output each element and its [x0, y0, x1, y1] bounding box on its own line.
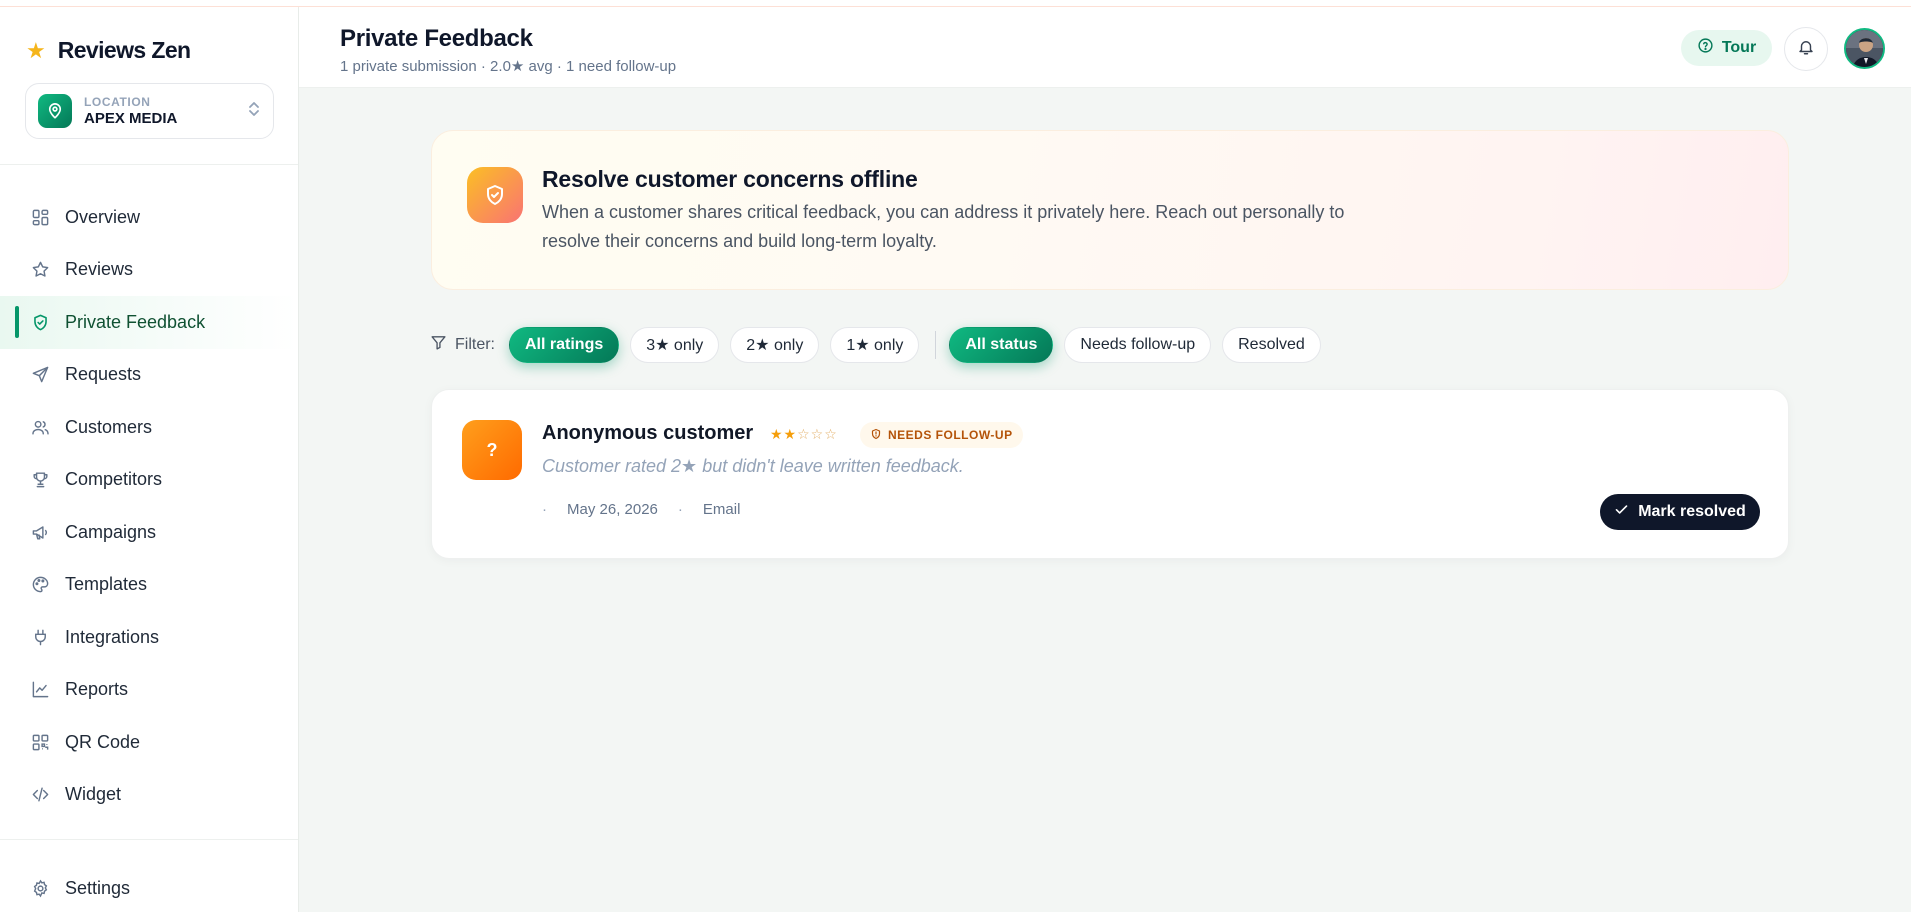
chart-line-icon — [30, 680, 50, 700]
sidebar-item-requests[interactable]: Requests — [0, 349, 298, 402]
customer-avatar: ? — [462, 420, 522, 480]
tour-label: Tour — [1721, 39, 1757, 56]
sidebar-item-widget[interactable]: Widget — [0, 769, 298, 822]
sidebar-item-integrations[interactable]: Integrations — [0, 611, 298, 664]
filter-divider — [935, 331, 937, 359]
star-icon — [30, 260, 50, 280]
star-logo-icon: ★ — [26, 37, 46, 63]
code-icon — [30, 785, 50, 805]
sidebar-item-overview[interactable]: Overview — [0, 191, 298, 244]
bell-icon — [1797, 38, 1815, 61]
filter-label-text: Filter: — [455, 336, 495, 353]
users-icon — [30, 417, 50, 437]
feedback-channel: Email — [702, 501, 741, 518]
stars-empty: ☆☆☆ — [797, 426, 838, 442]
filter-all-status[interactable]: All status — [949, 327, 1054, 363]
mark-resolved-button[interactable]: Mark resolved — [1600, 494, 1760, 530]
feedback-card: ? Anonymous customer ★★☆☆☆ NEEDS FOLLOW-… — [431, 389, 1789, 559]
shield-alert-icon — [870, 428, 882, 443]
feedback-meta: · May 26, 2026 · Email — [542, 501, 740, 518]
location-label: LOCATION — [84, 94, 151, 109]
page-header: Private Feedback 1 private submission · … — [299, 7, 1911, 88]
chevron-up-down-icon — [247, 100, 261, 123]
check-icon — [1614, 502, 1629, 522]
send-icon — [30, 365, 50, 385]
sidebar-item-templates[interactable]: Templates — [0, 559, 298, 612]
sidebar-item-customers[interactable]: Customers — [0, 401, 298, 454]
location-selector[interactable]: LOCATION APEX MEDIA — [25, 83, 274, 139]
filter-icon — [430, 334, 447, 356]
brand-logo[interactable]: ★ Reviews Zen — [26, 37, 191, 64]
filter-all-ratings[interactable]: All ratings — [509, 327, 620, 363]
top-accent-bar — [0, 0, 1911, 7]
banner-title: Resolve customer concerns offline — [542, 166, 918, 192]
user-avatar[interactable] — [1844, 28, 1885, 69]
sidebar-item-reports[interactable]: Reports — [0, 664, 298, 717]
banner-text: When a customer shares critical feedback… — [542, 202, 1345, 251]
sidebar-item-label: Private Feedback — [65, 311, 206, 332]
sidebar-nav: Overview Reviews Private Feedback Reques… — [0, 191, 298, 821]
filter-label: Filter: — [430, 334, 495, 356]
star-rating: ★★☆☆☆ — [770, 426, 838, 443]
sidebar-item-label: Reviews — [65, 259, 134, 280]
meta-separator: · — [677, 501, 683, 518]
shield-check-icon — [467, 167, 523, 223]
meta-separator: · — [542, 501, 547, 518]
tour-button[interactable]: Tour — [1681, 30, 1772, 66]
filter-needs-follow-up[interactable]: Needs follow-up — [1064, 327, 1212, 363]
grid-icon — [30, 207, 50, 227]
brand-name: Reviews Zen — [57, 37, 191, 63]
customer-name: Anonymous customer — [542, 422, 754, 444]
info-banner: Resolve customer concerns offline When a… — [431, 130, 1789, 290]
trophy-icon — [30, 470, 50, 490]
filter-3-star[interactable]: 3★ only — [630, 327, 720, 363]
qr-code-icon — [30, 732, 50, 752]
sidebar-item-campaigns[interactable]: Campaigns — [0, 506, 298, 559]
sidebar-item-qr-code[interactable]: QR Code — [0, 716, 298, 769]
notifications-button[interactable] — [1784, 27, 1828, 71]
palette-icon — [30, 575, 50, 595]
feedback-date: May 26, 2026 — [567, 501, 658, 518]
location-value: APEX MEDIA — [84, 109, 178, 127]
sidebar-item-settings[interactable]: Settings — [0, 862, 298, 912]
sidebar-item-label: QR Code — [65, 731, 141, 752]
plug-icon — [30, 627, 50, 647]
sidebar-item-label: Competitors — [65, 469, 163, 490]
page-subtitle: 1 private submission · 2.0★ avg · 1 need… — [340, 58, 677, 75]
filter-2-star[interactable]: 2★ only — [730, 327, 820, 363]
sidebar-item-label: Settings — [65, 877, 131, 898]
sidebar-item-label: Templates — [65, 574, 148, 595]
gear-icon — [30, 878, 50, 898]
filter-1-star[interactable]: 1★ only — [830, 327, 920, 363]
sidebar-item-label: Customers — [65, 416, 153, 437]
help-circle-icon — [1697, 37, 1714, 59]
sidebar-item-label: Integrations — [65, 626, 160, 647]
sidebar-divider — [0, 164, 298, 165]
sidebar-item-reviews[interactable]: Reviews — [0, 244, 298, 297]
shield-check-icon — [30, 312, 50, 332]
megaphone-icon — [30, 522, 50, 542]
feedback-text: Customer rated 2★ but didn't leave writt… — [542, 456, 964, 476]
page-title: Private Feedback — [340, 25, 533, 52]
status-badge: NEEDS FOLLOW-UP — [860, 422, 1023, 448]
sidebar-item-label: Campaigns — [65, 521, 157, 542]
stars-filled: ★★ — [770, 426, 798, 442]
mark-resolved-label: Mark resolved — [1638, 503, 1746, 520]
filter-bar: Filter: All ratings 3★ only 2★ only 1★ o… — [430, 327, 1332, 363]
sidebar-item-private-feedback[interactable]: Private Feedback — [0, 296, 298, 349]
sidebar-divider — [0, 839, 298, 840]
sidebar: ★ Reviews Zen LOCATION APEX MEDIA Overvi… — [0, 7, 299, 912]
filter-resolved[interactable]: Resolved — [1222, 327, 1321, 363]
sidebar-item-label: Reports — [65, 679, 129, 700]
map-pin-icon — [38, 94, 72, 128]
sidebar-item-label: Requests — [65, 364, 142, 385]
sidebar-item-label: Overview — [65, 206, 141, 227]
sidebar-item-competitors[interactable]: Competitors — [0, 454, 298, 507]
sidebar-item-label: Widget — [65, 784, 122, 805]
status-badge-text: NEEDS FOLLOW-UP — [888, 428, 1013, 442]
